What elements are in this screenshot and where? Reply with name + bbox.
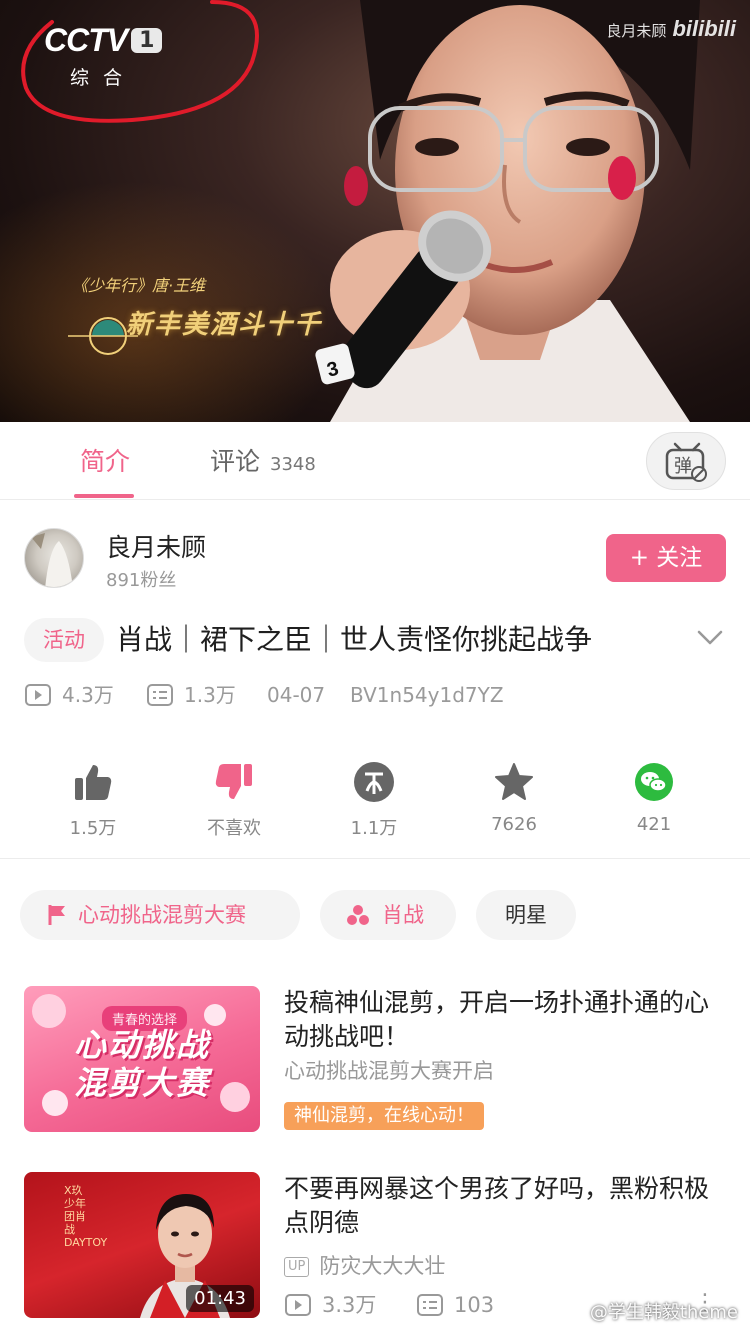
channel-subtitle: 综合 (70, 67, 137, 89)
publish-date: 04-07 (267, 683, 326, 707)
coin-button[interactable]: 1.1万 (319, 760, 429, 840)
video-title: 肖战｜裙下之臣｜世人责怪你挑起战争 (116, 623, 593, 656)
moon-ornament-icon (68, 317, 138, 355)
play-count-icon (285, 1294, 311, 1316)
chevron-down-icon[interactable] (696, 628, 724, 648)
cctv-wordmark: CCTV (44, 22, 128, 58)
section-divider (0, 858, 750, 859)
star-icon (495, 763, 533, 800)
activity-tag[interactable]: 活动 (24, 618, 104, 662)
thumbs-down-icon (215, 764, 252, 799)
share-wechat-button[interactable]: 421 (599, 760, 709, 835)
thumbnail-1-title-line-1: 心动挑战 (73, 1026, 210, 1064)
up-badge: UP (284, 1257, 310, 1277)
related-danmaku-count: 103 (416, 1290, 494, 1320)
related-subtitle-1: 心动挑战混剪大赛开启 (284, 1059, 494, 1083)
danmaku-count-icon (147, 684, 173, 706)
wechat-icon (635, 763, 673, 801)
avatar-image (31, 533, 73, 587)
uploader-avatar[interactable] (24, 528, 84, 588)
play-count-icon (25, 684, 51, 706)
play-count-value: 4.3万 (62, 683, 114, 707)
thumbnail-2-vertical-text: X玖少年团肖战DAYTOY (64, 1184, 108, 1249)
comments-count: 3348 (270, 454, 316, 475)
tag-chip-challenge-label: 心动挑战混剪大赛 (78, 903, 246, 927)
thumbs-up-icon (75, 765, 112, 800)
bv-id[interactable]: BV1n54y1d7YZ (350, 680, 504, 710)
related-danmaku-count-value: 103 (454, 1293, 495, 1317)
active-tab-indicator (74, 494, 134, 498)
favorite-button[interactable]: 7626 (459, 760, 569, 835)
tag-chip-xiaozhan-label: 肖战 (382, 903, 424, 927)
tab-intro[interactable]: 简介 (80, 442, 130, 478)
uploader-name[interactable]: 良月未顾 (106, 528, 206, 564)
video-player[interactable]: 3 CCTV 1 综合 良月未顾 bilibili 《少年行》唐·王维 新丰美酒斗十… (0, 0, 750, 422)
promo-badge: 神仙混剪，在线心动！ (284, 1102, 484, 1130)
circles-icon (347, 905, 369, 925)
related-title-1[interactable]: 投稿神仙混剪，开启一场扑通扑通的心动挑战吧！ (284, 986, 724, 1054)
related-uploader-name-2: 防灾大大大壮 (319, 1254, 446, 1278)
like-button[interactable]: 1.5万 (38, 760, 148, 840)
flower-decoration (204, 1004, 226, 1026)
flag-icon (48, 905, 65, 925)
related-play-count: 3.3万 (284, 1290, 376, 1320)
danmaku-count-icon (417, 1294, 443, 1316)
bilibili-logo: bilibili (672, 16, 736, 41)
cctv-channel-logo: CCTV 1 综合 (44, 22, 163, 90)
related-uploader-2[interactable]: UP 防灾大大大壮 (284, 1250, 445, 1280)
poem-caption: 《少年行》唐·王维 新丰美酒斗十千 (58, 272, 323, 355)
video-watermark: 良月未顾 bilibili (606, 16, 736, 42)
related-thumbnail-1[interactable]: 青春的选择 心动挑战 混剪大赛 (24, 986, 260, 1132)
thumbnail-1-title-line-2: 混剪大赛 (73, 1064, 210, 1102)
coin-icon (354, 762, 394, 802)
channel-number: 1 (131, 28, 163, 53)
wechat-share-count: 421 (636, 814, 672, 835)
coin-count: 1.1万 (350, 818, 398, 839)
follow-button[interactable]: + 关注 (606, 534, 726, 582)
favorite-count: 7626 (491, 814, 537, 835)
like-count: 1.5万 (69, 818, 117, 839)
thumbnail-1-title: 心动挑战 混剪大赛 (24, 1026, 260, 1102)
dislike-button[interactable]: 不喜欢 (179, 760, 289, 840)
related-thumbnail-2[interactable]: X玖少年团肖战DAYTOY 01:43 (24, 1172, 260, 1318)
flower-decoration (32, 994, 66, 1028)
tag-chip-xiaozhan[interactable]: 肖战 (320, 890, 456, 940)
tag-chip-challenge[interactable]: 心动挑战混剪大赛 (20, 890, 300, 940)
uploader-fans-count: 891粉丝 (106, 570, 177, 591)
danmaku-toggle-button[interactable]: 弹 (646, 432, 726, 490)
watermark-user: 良月未顾 (606, 22, 667, 40)
play-count: 4.3万 (24, 680, 114, 710)
tab-comments-label: 评论 (210, 447, 261, 476)
danmaku-off-icon: 弹 (665, 442, 707, 482)
dislike-label: 不喜欢 (207, 818, 261, 839)
detail-tab-bar: 简介 评论 3348 弹 (0, 422, 750, 500)
poem-source: 《少年行》唐·王维 (72, 276, 206, 295)
video-duration: 01:43 (186, 1285, 254, 1312)
poem-line: 新丰美酒斗十千 (126, 310, 323, 340)
tag-chip-star[interactable]: 明星 (476, 890, 576, 940)
tab-intro-label: 简介 (80, 447, 131, 476)
danmaku-count: 1.3万 (146, 680, 236, 710)
related-play-count-value: 3.3万 (322, 1293, 377, 1317)
weibo-watermark: @学生韩毅theme (589, 1302, 738, 1323)
related-title-2[interactable]: 不要再网暴这个男孩了好吗，黑粉积极点阴德 (284, 1172, 724, 1240)
tag-chip-star-label: 明星 (505, 903, 547, 927)
danmaku-count-value: 1.3万 (184, 683, 236, 707)
svg-text:弹: 弹 (674, 456, 692, 477)
tab-comments[interactable]: 评论 3348 (210, 442, 316, 478)
